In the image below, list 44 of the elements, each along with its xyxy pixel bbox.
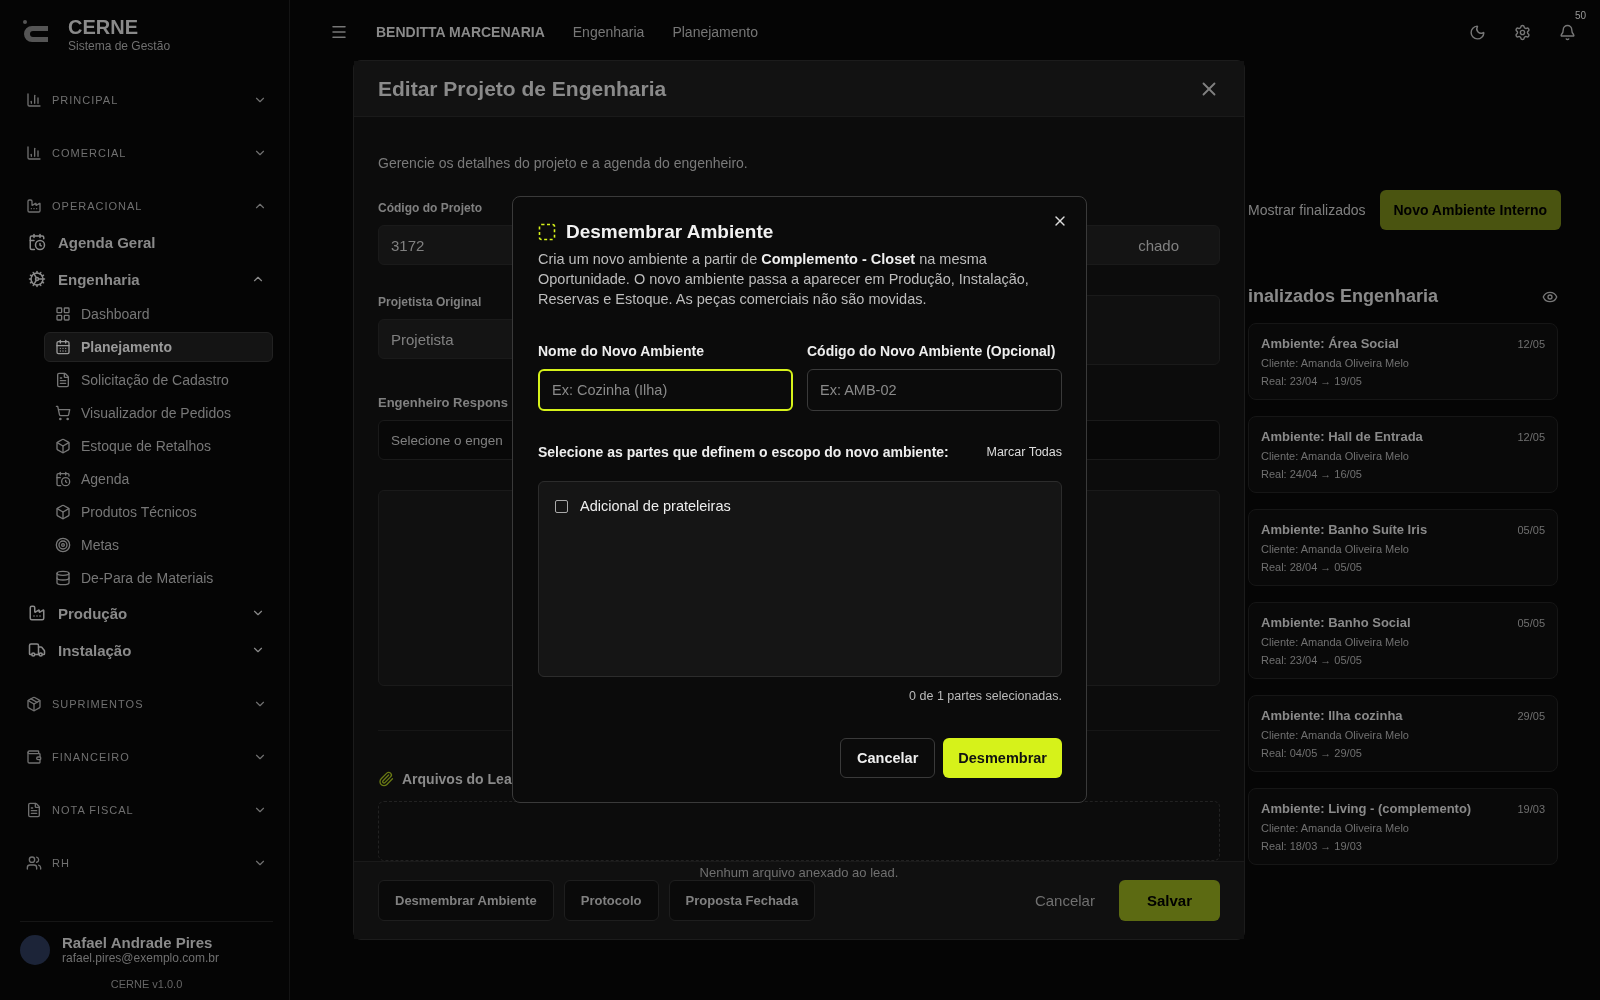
dialog-description: Cria um novo ambiente a partir de Complemento - Closet na mesma Oportunidade. O novo ambiente passa a aparecer em Produção, Instalação, Reservas e Estoque. As peças comerciais não são movidas. <box>538 250 1030 309</box>
modal-title: Editar Projeto de Engenharia <box>378 76 667 101</box>
card-title: Ambiente: Banho Suíte Iris <box>1261 522 1428 537</box>
card-period: Real: 18/03 → 19/03 <box>1261 840 1363 852</box>
modal-description: Gerencie os detalhes do projeto e a agenda do engenheiro. <box>378 155 749 172</box>
user-name: Rafael Andrade Pires <box>62 934 214 951</box>
files-title: Arquivos do Lea <box>402 771 512 788</box>
selection-count: 0 de 1 partes selecionadas. <box>909 689 1062 703</box>
field-label: Código do Projeto <box>378 201 482 216</box>
notification-count: 50 <box>1574 9 1586 21</box>
field-label: Engenheiro Respons <box>378 395 509 411</box>
card-title: Ambiente: Área Social <box>1261 336 1399 351</box>
card-title: Ambiente: Living - (complemento) <box>1261 801 1472 816</box>
column-title: inalizados Engenharia <box>1248 286 1439 307</box>
card-date: 29/05 <box>1517 709 1545 722</box>
field-label: Código do Novo Ambiente (Opcional) <box>807 343 1056 359</box>
card-client: Cliente: Amanda Oliveira Melo <box>1261 543 1410 555</box>
dialog-title: Desmembrar Ambiente <box>566 221 774 243</box>
empty-files-text: Nenhum arquivo anexado ao lead. <box>699 865 899 881</box>
card-client: Cliente: Amanda Oliveira Melo <box>1261 357 1410 369</box>
card-date: 12/05 <box>1517 430 1545 443</box>
card-title: Ambiente: Banho Social <box>1261 615 1411 630</box>
version-label: CERNE v1.0.0 <box>109 977 184 990</box>
card-client: Cliente: Amanda Oliveira Melo <box>1261 636 1410 648</box>
card-period: Real: 04/05 → 29/05 <box>1261 747 1363 759</box>
brand-name: CERNE <box>68 16 139 39</box>
card-period: Real: 23/04 → 19/05 <box>1261 375 1363 387</box>
card-period: Real: 28/04 → 05/05 <box>1261 561 1363 573</box>
card-client: Cliente: Amanda Oliveira Melo <box>1261 822 1410 834</box>
card-title: Ambiente: Ilha cozinha <box>1261 708 1403 723</box>
card-date: 12/05 <box>1517 337 1545 350</box>
card-client: Cliente: Amanda Oliveira Melo <box>1261 729 1410 741</box>
card-date: 05/05 <box>1517 616 1545 629</box>
card-date: 19/03 <box>1517 802 1545 815</box>
parts-prompt: Selecione as partes que definem o escopo do novo ambiente: <box>538 444 949 460</box>
brand-subtitle: Sistema de Gestão <box>68 39 171 53</box>
card-period: Real: 23/04 → 05/05 <box>1261 654 1363 666</box>
card-period: Real: 24/04 → 16/05 <box>1261 468 1363 480</box>
user-email: rafael.pires@exemplo.com.br <box>62 951 219 965</box>
card-date: 05/05 <box>1517 523 1545 536</box>
field-label: Nome do Novo Ambiente <box>538 343 704 359</box>
field-label: Projetista Original <box>378 295 482 310</box>
card-title: Ambiente: Hall de Entrada <box>1261 429 1423 444</box>
card-client: Cliente: Amanda Oliveira Melo <box>1261 450 1410 462</box>
